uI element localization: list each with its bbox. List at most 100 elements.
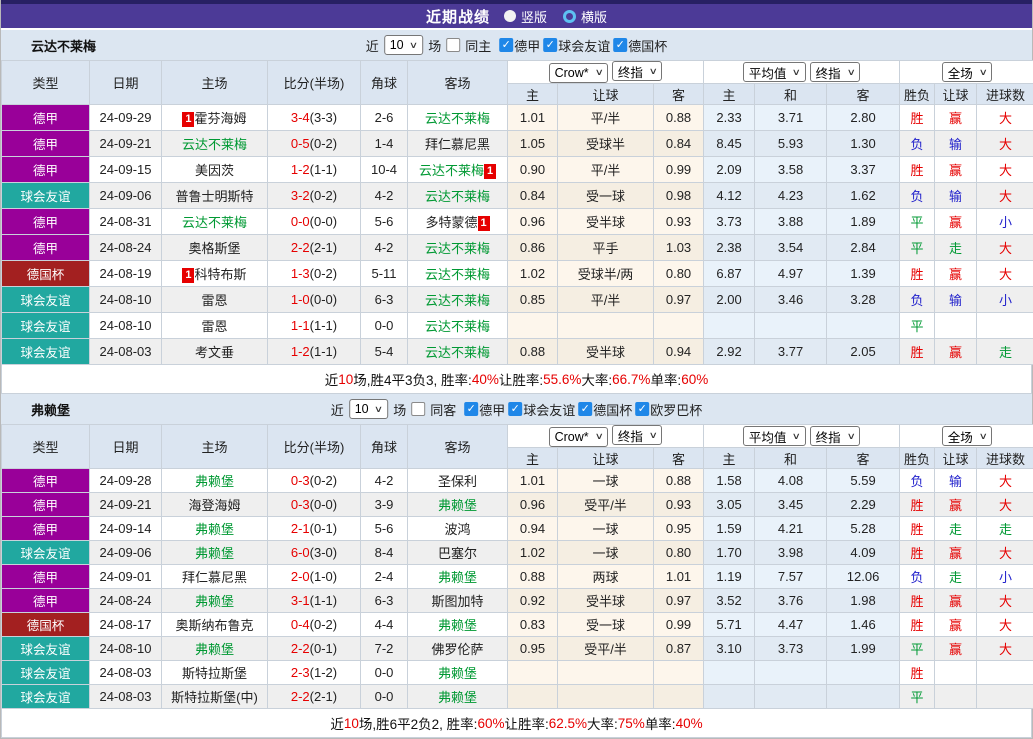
- col-type: 类型: [2, 61, 90, 105]
- league-checkbox[interactable]: ✓: [635, 402, 649, 416]
- league-checkbox[interactable]: ✓: [508, 402, 522, 416]
- team-name: 海登海姆: [188, 498, 240, 513]
- league-checkbox[interactable]: ✓: [578, 402, 592, 416]
- average-select-1[interactable]: 平均值∨: [743, 426, 806, 446]
- fulltime-select-1[interactable]: 全场∨: [942, 426, 993, 446]
- corner-cell: 7-2: [361, 637, 408, 661]
- summary-segment: 场,胜4平3负3, 胜率:: [353, 369, 472, 389]
- league-checkbox[interactable]: ✓: [464, 402, 478, 416]
- date-cell: 24-09-14: [90, 517, 162, 541]
- score-cell: 2-3(1-2): [268, 661, 361, 685]
- average-odds-cell: [755, 313, 827, 339]
- same-venue-checkbox-0[interactable]: [446, 38, 460, 52]
- result-cell: 走: [935, 517, 977, 541]
- result-cell: 大: [977, 105, 1033, 131]
- result-cell: 赢: [935, 589, 977, 613]
- team-name: 云达不莱梅: [182, 137, 247, 152]
- away-team-cell: 斯图加特: [408, 589, 508, 613]
- date-cell: 24-08-03: [90, 339, 162, 365]
- date-cell: 24-08-03: [90, 685, 162, 709]
- col-corner: 角球: [361, 61, 408, 105]
- score-cell: 2-2(2-1): [268, 685, 361, 709]
- col-avg-draw: 和: [755, 448, 827, 469]
- handicap-odds-cell: 一球: [558, 541, 654, 565]
- league-checkbox[interactable]: ✓: [543, 38, 557, 52]
- handicap-odds-cell: 0.88: [508, 339, 558, 365]
- date-cell: 24-09-29: [90, 105, 162, 131]
- col-crow-home: 主: [508, 448, 558, 469]
- average-odds-cell: 2.00: [704, 287, 755, 313]
- league-type-cell: 德甲: [2, 157, 90, 183]
- final-odds-select-1b[interactable]: 终指∨: [810, 426, 861, 446]
- col-score: 比分(半场): [268, 61, 361, 105]
- handicap-odds-cell: 受球半: [558, 131, 654, 157]
- away-team-cell: 弗赖堡: [408, 661, 508, 685]
- league-checkbox-label: 欧罗巴杯: [650, 400, 702, 419]
- home-team-cell: 奥格斯堡: [162, 235, 268, 261]
- result-cell: 赢: [935, 157, 977, 183]
- handicap-odds-cell: 0.85: [508, 287, 558, 313]
- match-row: 球会友谊24-09-06普鲁士明斯特3-2(0-2)4-2云达不莱梅0.84受一…: [2, 183, 1033, 209]
- handicap-odds-cell: 0.84: [508, 183, 558, 209]
- score-cell: 2-2(2-1): [268, 235, 361, 261]
- result-cell: 平: [900, 685, 935, 709]
- col-crow-home: 主: [508, 84, 558, 105]
- same-venue-checkbox-1[interactable]: [411, 402, 425, 416]
- average-select-cell: 平均值∨ 终指∨: [704, 425, 900, 448]
- bookmaker-select-1[interactable]: Crow*∨: [549, 427, 609, 447]
- league-checkbox[interactable]: ✓: [499, 38, 513, 52]
- date-cell: 24-08-24: [90, 235, 162, 261]
- vertical-layout-radio[interactable]: 竖版: [504, 7, 547, 26]
- team-title-1: 弗赖堡: [31, 400, 70, 419]
- panel-titlebar: 近期战绩 竖版 横版: [1, 0, 1032, 30]
- team-name: 弗赖堡: [195, 546, 234, 561]
- home-team-cell: 美因茨: [162, 157, 268, 183]
- score-cell: 2-1(0-1): [268, 517, 361, 541]
- corner-cell: 5-6: [361, 517, 408, 541]
- average-select-0[interactable]: 平均值∨: [743, 62, 806, 82]
- team-name: 巴塞尔: [438, 546, 477, 561]
- away-team-cell: 弗赖堡: [408, 613, 508, 637]
- final-odds-select-0b[interactable]: 终指∨: [810, 62, 861, 82]
- average-odds-cell: 6.87: [704, 261, 755, 287]
- result-cell: 输: [935, 287, 977, 313]
- col-avg-away: 客: [827, 84, 900, 105]
- final-odds-select-1a[interactable]: 终指∨: [612, 425, 663, 445]
- final-odds-select-0a[interactable]: 终指∨: [612, 61, 663, 81]
- away-team-cell: 波鸿: [408, 517, 508, 541]
- handicap-odds-cell: [558, 661, 654, 685]
- bookmaker-select-0[interactable]: Crow*∨: [549, 63, 609, 83]
- match-count-select-0[interactable]: 10∨: [384, 35, 424, 55]
- result-cell: 大: [977, 157, 1033, 183]
- home-team-cell: 1科特布斯: [162, 261, 268, 287]
- average-odds-cell: 12.06: [827, 565, 900, 589]
- result-cell: 大: [977, 541, 1033, 565]
- fulltime-select-0[interactable]: 全场∨: [942, 62, 993, 82]
- handicap-odds-cell: 0.80: [654, 541, 704, 565]
- horizontal-layout-radio[interactable]: 横版: [563, 7, 607, 26]
- team-name: 云达不莱梅: [425, 293, 490, 308]
- result-cell: 小: [977, 209, 1033, 235]
- match-count-select-1[interactable]: 10∨: [349, 399, 389, 419]
- handicap-odds-cell: 0.84: [654, 131, 704, 157]
- handicap-odds-cell: 0.83: [508, 613, 558, 637]
- corner-cell: 2-6: [361, 105, 408, 131]
- red-card-badge: 1: [182, 268, 194, 283]
- recent-results-panel: 近期战绩 竖版 横版 云达不莱梅 近 10∨ 场 同主 ✓德甲✓球会友谊✓德国杯: [0, 0, 1033, 739]
- col-home: 主场: [162, 425, 268, 469]
- fulltime-select-cell: 全场∨: [900, 425, 1033, 448]
- handicap-odds-cell: 0.95: [508, 637, 558, 661]
- corner-cell: 5-4: [361, 339, 408, 365]
- match-row: 德甲24-09-21云达不莱梅0-5(0-2)1-4拜仁慕尼黑1.05受球半0.…: [2, 131, 1033, 157]
- chevron-down-icon: ∨: [649, 430, 658, 441]
- handicap-odds-cell: 0.93: [654, 493, 704, 517]
- average-odds-cell: 2.84: [827, 235, 900, 261]
- near-label: 近: [331, 400, 344, 419]
- date-cell: 24-09-06: [90, 183, 162, 209]
- result-cell: [977, 313, 1033, 339]
- match-row: 德国杯24-08-191科特布斯1-3(0-2)5-11云达不莱梅1.02受球半…: [2, 261, 1033, 287]
- league-checkbox[interactable]: ✓: [613, 38, 627, 52]
- league-type-cell: 球会友谊: [2, 183, 90, 209]
- result-cell: 赢: [935, 261, 977, 287]
- handicap-odds-cell: [508, 661, 558, 685]
